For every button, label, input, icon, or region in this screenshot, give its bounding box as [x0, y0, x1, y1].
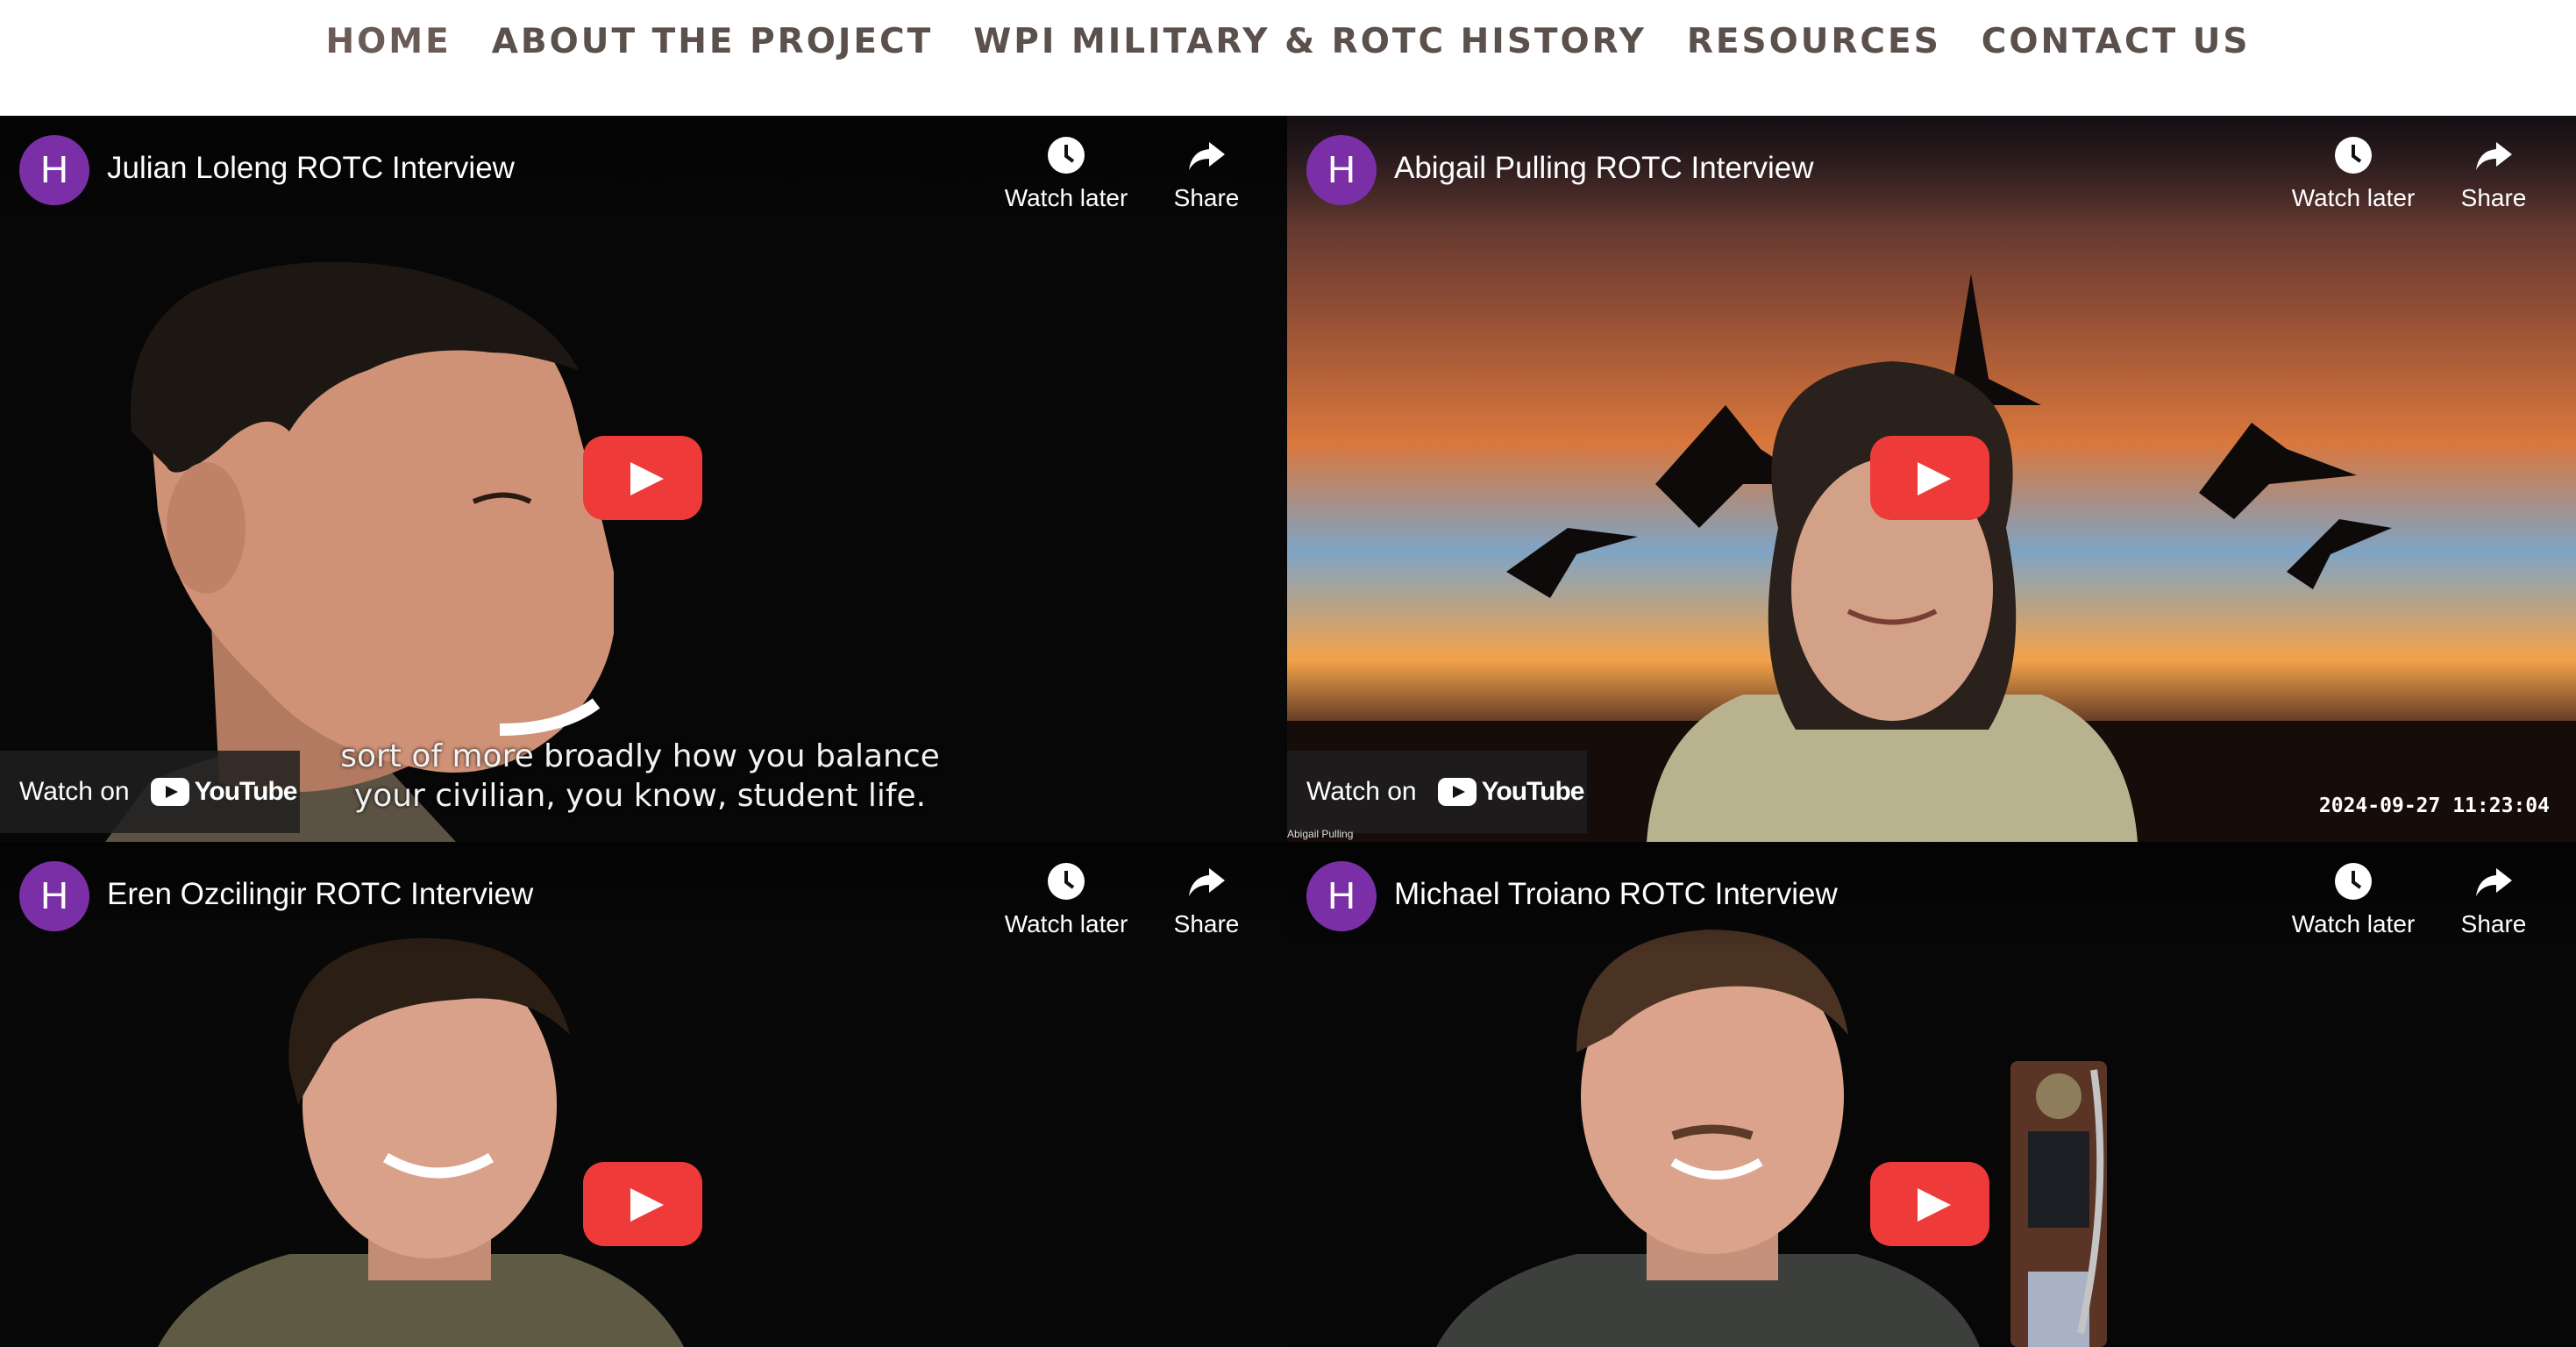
subtitle-line-2: your civilian, you know, student life.	[353, 778, 927, 814]
share-arrow-icon	[2476, 142, 2512, 170]
recording-timestamp: 2024-09-27 11:23:04	[2318, 795, 2550, 817]
share-arrow-icon	[1189, 868, 1225, 896]
participant-name-tag: Abigail Pulling	[1287, 828, 1354, 840]
video-embed-eren-ozcilingir[interactable]: H Eren Ozcilingir ROTC Interview Watch l…	[0, 842, 1287, 1347]
share-button[interactable]: Share	[2423, 861, 2564, 938]
youtube-wordmark: YouTube	[194, 777, 298, 806]
channel-avatar[interactable]: H	[1306, 861, 1377, 931]
watch-later-label: Watch later	[1004, 184, 1128, 211]
share-arrow-icon	[2476, 868, 2512, 896]
play-button[interactable]	[1870, 436, 1989, 520]
main-navigation: HOME ABOUT THE PROJECT WPI MILITARY & RO…	[0, 0, 2576, 116]
play-button[interactable]	[583, 436, 702, 520]
nav-home[interactable]: HOME	[325, 21, 451, 63]
share-label: Share	[2460, 184, 2527, 211]
channel-avatar[interactable]: H	[19, 861, 89, 931]
nav-about-the-project[interactable]: ABOUT THE PROJECT	[492, 21, 934, 63]
watch-later-button[interactable]: Watch later	[996, 135, 1136, 212]
watch-later-label: Watch later	[2291, 184, 2416, 211]
watch-later-button[interactable]: Watch later	[996, 861, 1136, 938]
nav-resources[interactable]: RESOURCES	[1687, 21, 1941, 63]
video-title[interactable]: Abigail Pulling ROTC Interview	[1394, 149, 1814, 188]
video-subtitle: sort of more broadly how you balance you…	[324, 737, 956, 816]
watch-later-label: Watch later	[1004, 910, 1128, 937]
watch-on-youtube-button[interactable]: Watch on YouTube	[1287, 751, 1587, 833]
clock-icon	[1048, 137, 1085, 174]
video-title[interactable]: Eren Ozcilingir ROTC Interview	[107, 875, 533, 914]
video-embed-michael-troiano[interactable]: H Michael Troiano ROTC Interview Watch l…	[1287, 842, 2576, 1347]
watch-later-button[interactable]: Watch later	[2283, 135, 2423, 212]
nav-military-rotc-history[interactable]: WPI MILITARY & ROTC HISTORY	[973, 21, 1647, 63]
video-title[interactable]: Julian Loleng ROTC Interview	[107, 149, 515, 188]
watch-on-youtube-button[interactable]: Watch on YouTube	[0, 751, 300, 833]
video-embed-abigail-pulling[interactable]: H Abigail Pulling ROTC Interview Watch l…	[1287, 116, 2576, 842]
watch-on-label: Watch on	[19, 777, 130, 806]
share-button[interactable]: Share	[1136, 135, 1277, 212]
youtube-logo-icon: YouTube	[1437, 777, 1585, 807]
nav-contact-us[interactable]: CONTACT US	[1982, 21, 2251, 63]
clock-icon	[1048, 863, 1085, 900]
play-button[interactable]	[583, 1162, 702, 1246]
share-arrow-icon	[1189, 142, 1225, 170]
subtitle-line-1: sort of more broadly how you balance	[340, 738, 940, 774]
video-embed-julian-loleng[interactable]: H Julian Loleng ROTC Interview Watch lat…	[0, 116, 1287, 842]
share-label: Share	[1173, 184, 1240, 211]
youtube-wordmark: YouTube	[1481, 777, 1585, 806]
channel-avatar[interactable]: H	[19, 135, 89, 205]
watch-later-button[interactable]: Watch later	[2283, 861, 2423, 938]
share-label: Share	[1173, 910, 1240, 937]
watch-on-label: Watch on	[1306, 777, 1417, 806]
clock-icon	[2335, 137, 2372, 174]
channel-avatar[interactable]: H	[1306, 135, 1377, 205]
watch-later-label: Watch later	[2291, 910, 2416, 937]
video-title[interactable]: Michael Troiano ROTC Interview	[1394, 875, 1838, 914]
share-button[interactable]: Share	[1136, 861, 1277, 938]
clock-icon	[2335, 863, 2372, 900]
share-label: Share	[2460, 910, 2527, 937]
play-button[interactable]	[1870, 1162, 1989, 1246]
share-button[interactable]: Share	[2423, 135, 2564, 212]
youtube-logo-icon: YouTube	[150, 777, 298, 807]
youtube-play-mark	[1437, 778, 1477, 806]
youtube-play-mark	[150, 778, 189, 806]
